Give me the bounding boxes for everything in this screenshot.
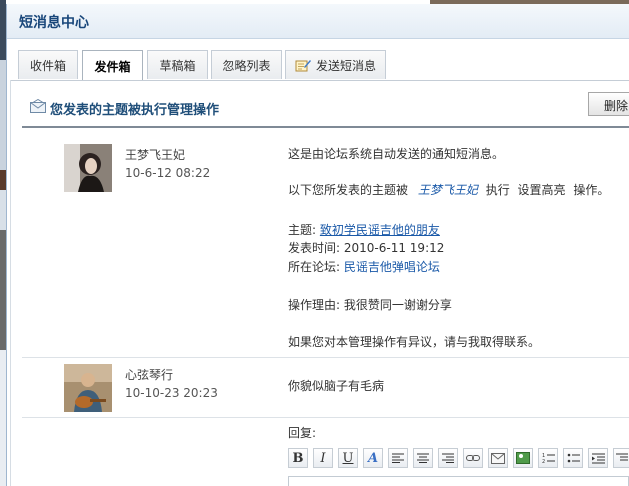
ordered-list-icon[interactable]: 12 — [538, 448, 558, 468]
reason-label: 操作理由: — [288, 298, 341, 312]
reply-label: 回复: — [288, 426, 317, 440]
italic-icon[interactable]: I — [313, 448, 333, 468]
align-center-icon[interactable] — [413, 448, 433, 468]
align-left-icon[interactable] — [388, 448, 408, 468]
compose-icon — [295, 58, 311, 72]
text: 设置高亮 — [517, 183, 566, 197]
avatar[interactable] — [64, 144, 112, 192]
message-subject-row: 您发表的主题被执行管理操作 — [16, 94, 629, 128]
avatar[interactable] — [64, 364, 112, 412]
message-footer: 如果您对本管理操作有异议，请与我取得联系。 — [288, 335, 541, 349]
posted-time-label: 发表时间: — [288, 241, 341, 255]
tab-send-message[interactable]: 发送短消息 — [285, 50, 386, 79]
tab-ignore-list[interactable]: 忽略列表 — [211, 50, 282, 79]
text: 以下您所发表的主题被 — [288, 183, 409, 197]
message-author[interactable]: 王梦飞王妃 — [125, 146, 185, 163]
posted-time-value: 2010-6-11 19:12 — [343, 241, 445, 255]
email-icon[interactable] — [488, 448, 508, 468]
tab-drafts[interactable]: 草稿箱 — [147, 50, 208, 79]
svg-text:2: 2 — [542, 459, 545, 464]
delete-button[interactable]: 删除 — [588, 92, 629, 116]
tab-label: 发件箱 — [94, 59, 131, 74]
text: 操作。 — [573, 183, 610, 197]
editor-toolbar: B I U A 12 — [288, 448, 629, 472]
forum-label: 所在论坛: — [288, 260, 341, 274]
message-separator — [22, 357, 629, 358]
reason-value: 我很赞同一谢谢分享 — [343, 298, 452, 312]
tab-divider — [10, 80, 629, 81]
tab-label: 草稿箱 — [159, 58, 196, 73]
tab-label: 忽略列表 — [222, 58, 271, 73]
reason-line: 操作理由: 我很赞同一谢谢分享 — [288, 297, 452, 313]
subject-underline — [22, 126, 629, 128]
forum-line: 所在论坛: 民谣吉他弹唱论坛 — [288, 259, 440, 275]
envelope-icon — [30, 98, 46, 116]
message-author[interactable]: 心弦琴行 — [125, 366, 173, 383]
indent-icon[interactable] — [588, 448, 608, 468]
message-subject: 您发表的主题被执行管理操作 — [50, 103, 220, 118]
panel-border — [10, 80, 11, 486]
topic-line: 主题: 致初学民谣吉他的朋友 — [288, 222, 440, 238]
underline-icon[interactable]: U — [338, 448, 358, 468]
window-title: 短消息中心 — [19, 15, 89, 31]
topic-link[interactable]: 致初学民谣吉他的朋友 — [320, 223, 440, 237]
unordered-list-icon[interactable] — [563, 448, 583, 468]
image-icon[interactable] — [513, 448, 533, 468]
tab-outbox[interactable]: 发件箱 — [82, 50, 143, 81]
outdent-icon[interactable] — [613, 448, 629, 468]
link-icon[interactable] — [463, 448, 483, 468]
bold-icon[interactable]: B — [288, 448, 308, 468]
tab-label: 收件箱 — [29, 58, 66, 73]
reply-editor[interactable] — [288, 476, 629, 486]
forum-link[interactable]: 民谣吉他弹唱论坛 — [344, 260, 440, 274]
message-time: 10-6-12 08:22 — [125, 166, 211, 180]
operator-name: 王梦飞王妃 — [417, 183, 478, 197]
message-time: 10-10-23 20:23 — [125, 386, 218, 400]
tab-label: 发送短消息 — [315, 58, 376, 73]
font-color-icon[interactable]: A — [363, 448, 383, 468]
text: 执行 — [485, 183, 510, 197]
message-body-line: 你貌似脑子有毛病 — [288, 379, 385, 393]
tab-inbox[interactable]: 收件箱 — [18, 50, 78, 79]
topic-label: 主题: — [288, 223, 317, 237]
align-right-icon[interactable] — [438, 448, 458, 468]
message-body-line: 这是由论坛系统自动发送的通知短消息。 — [288, 147, 505, 161]
posted-time-line: 发表时间: 2010-6-11 19:12 — [288, 240, 444, 256]
message-separator — [22, 417, 629, 418]
message-body-line: 以下您所发表的主题被 王梦飞王妃 执行 设置高亮 操作。 — [288, 182, 609, 198]
title-bar[interactable]: 短消息中心 — [7, 4, 629, 39]
